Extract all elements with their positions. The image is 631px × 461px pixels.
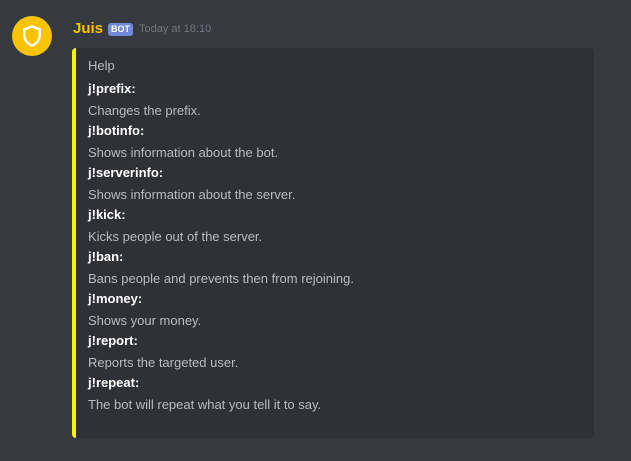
command-name: j!serverinfo:: [88, 165, 164, 180]
command-name: j!kick:: [88, 207, 126, 222]
command-name: j!report:: [88, 333, 138, 348]
bot-badge: BOT: [108, 22, 134, 36]
help-embed: Help j!prefix: Changes the prefix. j!bot…: [72, 48, 594, 438]
command-description: Shows information about the bot.: [88, 145, 279, 160]
command-name: j!money:: [88, 291, 143, 306]
command-name: j!ban:: [88, 249, 124, 264]
message-header: Juis BOT Today at 18:10: [73, 18, 211, 38]
command-description: Reports the targeted user.: [88, 355, 239, 370]
embed-title: Help: [88, 58, 115, 73]
message-timestamp: Today at 18:10: [139, 23, 212, 35]
command-description: Kicks people out of the server.: [88, 229, 263, 244]
command-name: j!prefix:: [88, 81, 136, 96]
command-name: j!repeat:: [88, 375, 140, 390]
command-description: The bot will repeat what you tell it to …: [88, 397, 322, 412]
command-description: Shows your money.: [88, 313, 202, 328]
bot-avatar[interactable]: [12, 16, 52, 56]
chat-message: Juis BOT Today at 18:10 Help j!prefix: C…: [0, 0, 631, 461]
command-description: Bans people and prevents then from rejoi…: [88, 271, 354, 286]
shield-icon: [21, 24, 43, 48]
command-description: Changes the prefix.: [88, 103, 201, 118]
author-name[interactable]: Juis: [73, 20, 103, 37]
command-description: Shows information about the server.: [88, 187, 296, 202]
command-name: j!botinfo:: [88, 123, 145, 138]
